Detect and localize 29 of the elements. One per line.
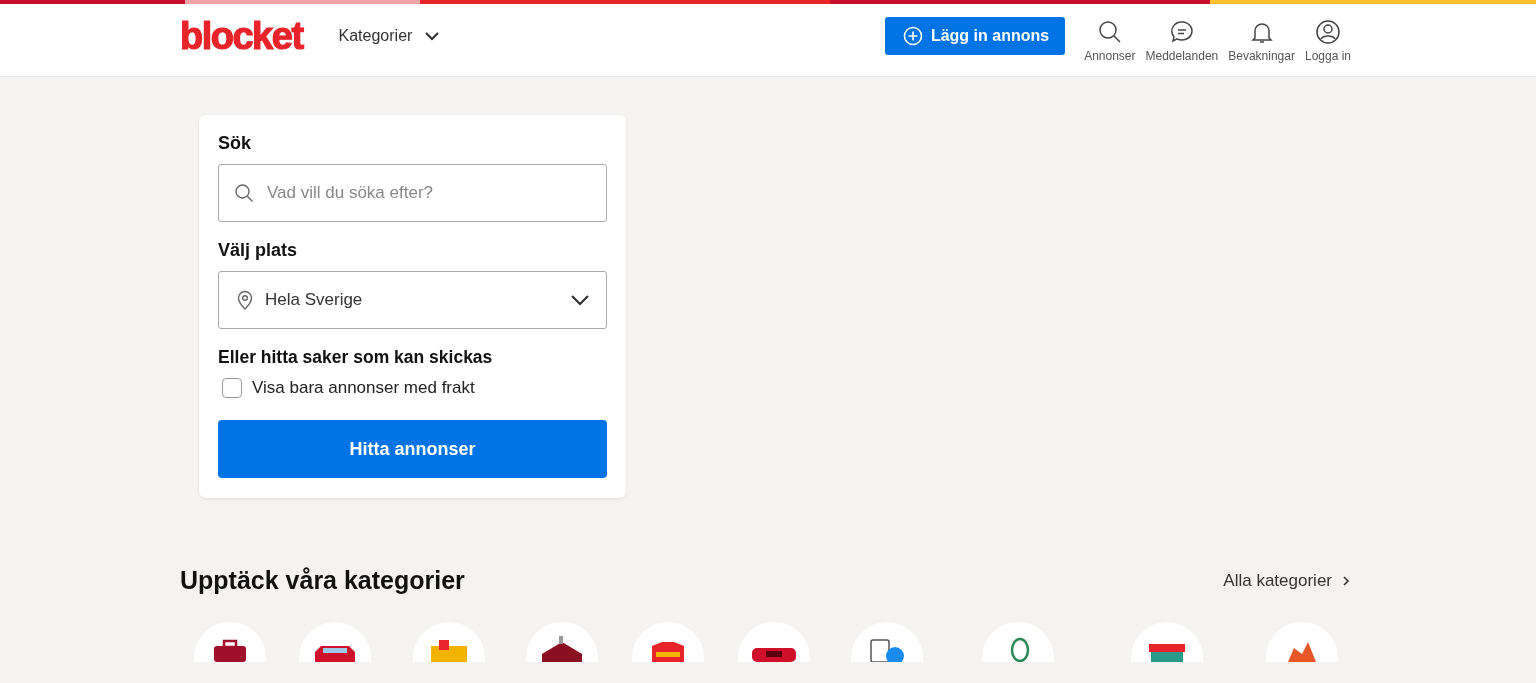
field-label: Välj plats	[218, 240, 299, 261]
location-pin-icon	[235, 289, 255, 311]
nav-item[interactable]: Meddelanden	[1140, 19, 1224, 63]
user-icon	[1314, 19, 1341, 45]
section-title: Upptäck våra kategorier	[180, 566, 465, 595]
category-icon[interactable]	[526, 622, 598, 662]
search-field[interactable]: Vad vill du söka efter?	[218, 164, 607, 222]
section-heading: Eller hitta saker som kan skickas	[218, 347, 494, 368]
checkbox[interactable]	[222, 378, 242, 398]
all-categories-link[interactable]: Alla kategorier	[1223, 570, 1350, 591]
post-ad-button[interactable]: Lägg in annons	[884, 17, 1066, 55]
chevron-down-icon	[570, 294, 590, 306]
chevron-right-icon	[1342, 574, 1350, 587]
category-icon[interactable]	[194, 622, 266, 662]
nav-item[interactable]: Bevakningar	[1223, 19, 1300, 63]
nav-item[interactable]: Logga in	[1299, 19, 1356, 63]
categories-menu[interactable]: Kategorier	[338, 27, 441, 45]
search-button[interactable]: Hitta annonser	[218, 420, 607, 478]
field-label: Sök	[218, 133, 252, 154]
nav-item[interactable]: Annonser	[1079, 19, 1141, 63]
search-icon	[234, 183, 254, 203]
search-icon	[1096, 19, 1123, 45]
location-select[interactable]: Hela Sverige	[218, 271, 607, 329]
category-icon[interactable]	[738, 622, 810, 662]
checkbox-label: Visa bara annonser med frakt	[252, 378, 475, 398]
chat-bubble-icon	[1168, 19, 1195, 45]
logo[interactable]: blocket	[180, 14, 303, 58]
plus-circle-icon	[902, 26, 923, 46]
chevron-down-icon	[424, 31, 441, 41]
